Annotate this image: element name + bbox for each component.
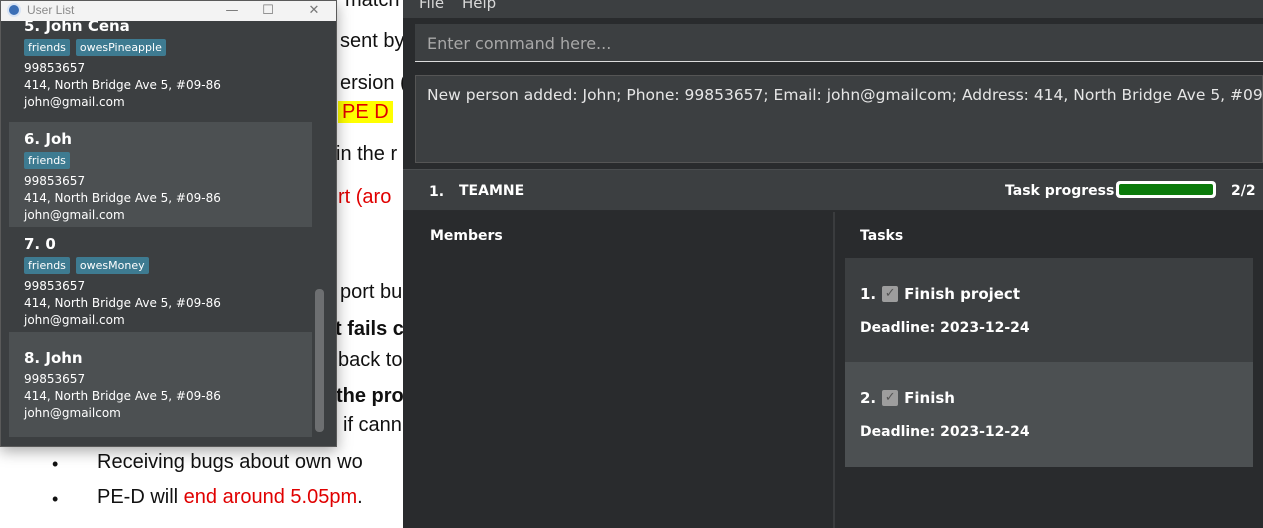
task-card[interactable]: 1. ✓ Finish project Deadline: 2023-12-24 — [845, 258, 1253, 363]
tasks-title: Tasks — [860, 228, 904, 244]
task-name: Finish — [904, 389, 955, 407]
tag: owesMoney — [75, 257, 149, 274]
team-index: 1. — [429, 184, 445, 200]
task-deadline: Deadline: 2023-12-24 — [860, 320, 1030, 336]
menu-file[interactable]: File — [419, 0, 444, 12]
doc-line-highlight: PE D — [338, 101, 393, 124]
progress-count: 2/2 — [1231, 183, 1256, 199]
progress-bar — [1116, 181, 1216, 198]
menu-bar: File Help — [403, 0, 1263, 18]
person-phone: 99853657 — [24, 372, 86, 386]
doc-line: ersion ( — [340, 72, 407, 94]
user-list-window: User List — ☐ ✕ 5. John Cena friends owe… — [0, 0, 337, 447]
person-email: john@gmail.com — [24, 313, 125, 327]
person-address: 414, North Bridge Ave 5, #09-86 — [24, 191, 221, 205]
bullet-icon: • — [52, 489, 59, 509]
person-email: john@gmail.com — [24, 95, 125, 109]
doc-line: back to — [338, 349, 403, 371]
doc-line: match — [345, 0, 400, 11]
person-card[interactable]: 6. Joh friends 99853657 414, North Bridg… — [9, 122, 312, 227]
bullet-icon: • — [52, 454, 59, 474]
person-name: 5. John Cena — [24, 21, 130, 35]
person-card[interactable]: 5. John Cena friends owesPineapple 99853… — [9, 21, 312, 122]
doc-line: t fails c — [335, 318, 404, 340]
minimize-icon[interactable]: — — [215, 1, 249, 21]
scrollbar[interactable] — [315, 289, 324, 432]
progress-label: Task progress: — [1005, 183, 1120, 199]
doc-line: port bu — [340, 281, 403, 303]
task-deadline: Deadline: 2023-12-24 — [860, 424, 1030, 440]
person-address: 414, North Bridge Ave 5, #09-86 — [24, 296, 221, 310]
doc-line: if cann — [343, 414, 402, 436]
team-header[interactable]: 1. TEAMNE Task progress: 2/2 — [403, 169, 1263, 211]
person-phone: 99853657 — [24, 279, 86, 293]
tag: friends — [24, 39, 70, 56]
person-email: john@gmail.com — [24, 208, 125, 222]
app-icon — [7, 3, 21, 17]
person-address: 414, North Bridge Ave 5, #09-86 — [24, 78, 221, 92]
tag: owesPineapple — [75, 39, 166, 56]
person-name: 8. John — [24, 349, 83, 367]
doc-line: sent by — [340, 30, 405, 52]
result-text: New person added: John; Phone: 99853657;… — [427, 86, 1263, 104]
main-app-window: File Help New person added: John; Phone:… — [403, 0, 1263, 528]
menu-help[interactable]: Help — [462, 0, 496, 12]
doc-line-pe-d: PE-D will end around 5.05pm. — [97, 486, 363, 508]
panel-divider — [833, 212, 835, 528]
person-name: 7. 0 — [24, 235, 56, 253]
task-index: 1. — [860, 285, 877, 303]
task-card[interactable]: 2. ✓ Finish Deadline: 2023-12-24 — [845, 362, 1253, 467]
person-email: john@gmailcom — [24, 406, 121, 420]
doc-line: the pro — [336, 385, 404, 407]
team-name: TEAMNE — [459, 183, 525, 199]
command-box — [415, 24, 1263, 62]
person-name: 6. Joh — [24, 130, 72, 148]
command-input[interactable] — [415, 24, 1263, 62]
progress-fill — [1119, 184, 1213, 195]
checkbox-icon[interactable]: ✓ — [882, 390, 899, 406]
result-display: New person added: John; Phone: 99853657;… — [415, 75, 1263, 163]
doc-line: rt (aro — [338, 186, 392, 208]
person-phone: 99853657 — [24, 174, 86, 188]
person-card[interactable]: 7. 0 friends owesMoney 99853657 414, Nor… — [9, 227, 312, 332]
task-index: 2. — [860, 389, 877, 407]
person-address: 414, North Bridge Ave 5, #09-86 — [24, 389, 221, 403]
task-name: Finish project — [904, 285, 1020, 303]
person-card[interactable]: 8. John 99853657 414, North Bridge Ave 5… — [9, 332, 312, 437]
doc-line: in the r — [336, 143, 398, 165]
maximize-icon[interactable]: ☐ — [251, 1, 285, 21]
close-icon[interactable]: ✕ — [297, 1, 331, 21]
tag: friends — [24, 152, 70, 169]
title-bar[interactable]: User List — ☐ ✕ — [1, 1, 336, 21]
tag: friends — [24, 257, 70, 274]
members-title: Members — [430, 228, 503, 244]
checkbox-icon[interactable]: ✓ — [882, 286, 899, 302]
person-list[interactable]: 5. John Cena friends owesPineapple 99853… — [9, 21, 312, 437]
doc-line: Receiving bugs about own wo — [97, 451, 363, 473]
person-phone: 99853657 — [24, 61, 86, 75]
window-title: User List — [27, 3, 75, 17]
